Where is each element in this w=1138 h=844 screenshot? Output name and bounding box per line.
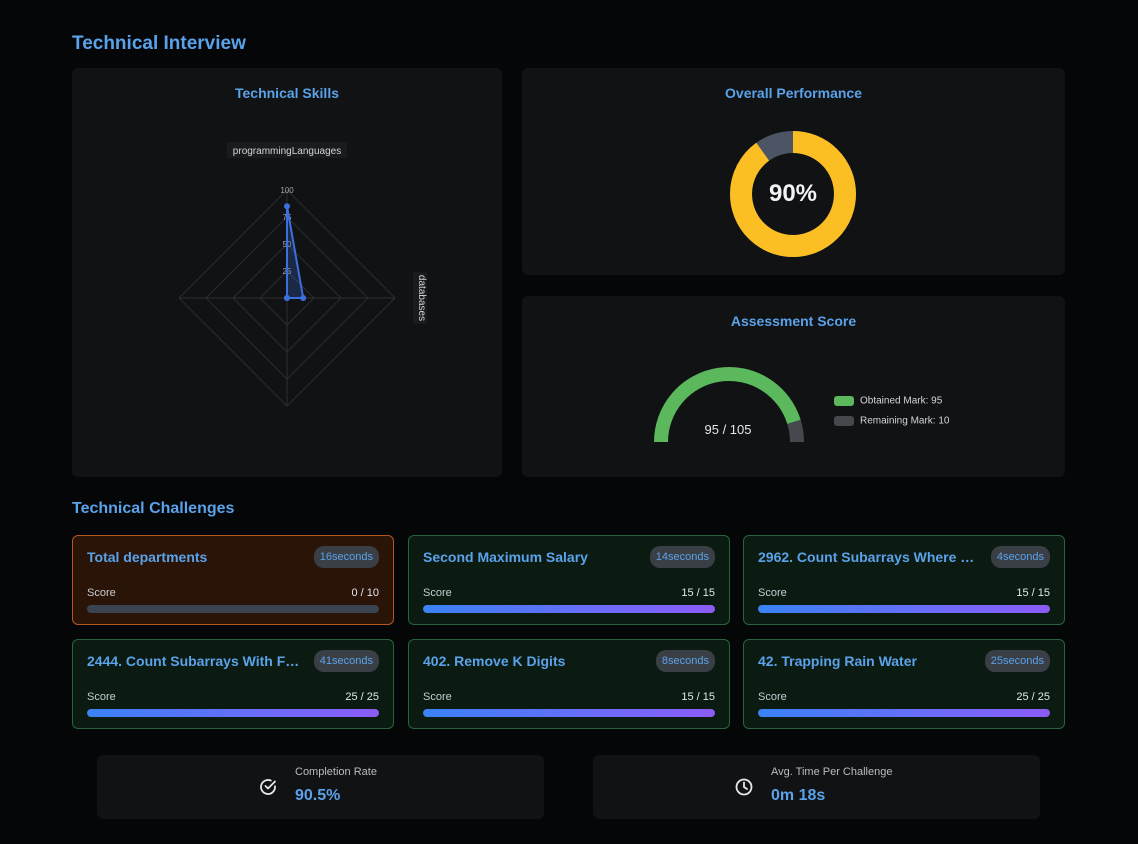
time-badge: 4seconds bbox=[990, 546, 1050, 568]
page-title: Technical Interview bbox=[72, 33, 246, 54]
score-value: 15 / 15 bbox=[681, 691, 715, 703]
challenge-card[interactable]: 2962. Count Subarrays Where … 4seconds S… bbox=[743, 535, 1065, 625]
performance-donut bbox=[730, 131, 856, 257]
legend-obtained-label: Obtained Mark: 95 bbox=[860, 395, 943, 407]
score-bar-fill bbox=[758, 605, 1050, 613]
radar-axis-label: programmingLanguages bbox=[233, 146, 341, 157]
completion-rate-card: Completion Rate 90.5% bbox=[97, 755, 544, 819]
time-badge: 8seconds bbox=[655, 650, 715, 672]
score-label: Score bbox=[758, 691, 787, 703]
score-bar bbox=[758, 605, 1050, 613]
challenge-title: 42. Trapping Rain Water bbox=[758, 653, 917, 669]
score-bar bbox=[87, 605, 379, 613]
score-label: Score bbox=[758, 587, 787, 599]
score-value: 15 / 15 bbox=[1016, 587, 1050, 599]
radar-axis-label: databases bbox=[416, 275, 427, 321]
challenge-title: 2444. Count Subarrays With F… bbox=[87, 653, 300, 669]
radar-series-area bbox=[286, 206, 305, 299]
score-bar bbox=[423, 709, 715, 717]
score-label: Score bbox=[87, 691, 116, 703]
check-circle-icon bbox=[260, 779, 276, 795]
avg-time-label: Avg. Time Per Challenge bbox=[771, 766, 893, 778]
assessment-score-label: 95 / 105 bbox=[704, 422, 752, 437]
completion-rate-value: 90.5% bbox=[295, 787, 341, 804]
time-badge: 16seconds bbox=[313, 546, 379, 568]
assessment-gauge bbox=[654, 367, 804, 443]
performance-percent: 90% bbox=[768, 180, 818, 207]
completion-rate-label: Completion Rate bbox=[295, 766, 377, 778]
technical-skills-panel: Technical Skills 100755025programmingLan… bbox=[72, 68, 502, 477]
avg-time-value: 0m 18s bbox=[771, 787, 826, 804]
overall-performance-panel: Overall Performance 90% bbox=[522, 68, 1065, 275]
challenge-card[interactable]: 42. Trapping Rain Water 25seconds Score … bbox=[743, 639, 1065, 729]
legend-obtained[interactable]: Obtained Mark: 95 bbox=[834, 392, 942, 410]
score-value: 0 / 10 bbox=[351, 587, 379, 599]
avg-time-card: Avg. Time Per Challenge 0m 18s bbox=[593, 755, 1040, 819]
score-bar-fill bbox=[423, 605, 715, 613]
score-value: 15 / 15 bbox=[681, 587, 715, 599]
radar-point[interactable] bbox=[284, 203, 290, 210]
score-bar-fill bbox=[758, 709, 1050, 717]
score-label: Score bbox=[87, 587, 116, 599]
legend-obtained-swatch bbox=[834, 395, 854, 406]
score-bar bbox=[423, 605, 715, 613]
time-badge: 41seconds bbox=[313, 650, 379, 672]
time-badge: 14seconds bbox=[649, 546, 715, 568]
challenge-card[interactable]: 2444. Count Subarrays With F… 41seconds … bbox=[72, 639, 394, 729]
score-value: 25 / 25 bbox=[345, 691, 379, 703]
assessment-score-panel: Assessment Score 95 / 105 Obtained Mark:… bbox=[522, 296, 1065, 477]
legend-remaining-swatch bbox=[834, 415, 854, 426]
radar-point[interactable] bbox=[284, 295, 290, 301]
score-label: Score bbox=[423, 691, 452, 703]
score-bar bbox=[758, 709, 1050, 717]
challenge-title: Second Maximum Salary bbox=[423, 549, 588, 565]
challenge-title: 2962. Count Subarrays Where … bbox=[758, 549, 975, 565]
challenge-card[interactable]: Second Maximum Salary 14seconds Score 15… bbox=[408, 535, 730, 625]
score-value: 25 / 25 bbox=[1016, 691, 1050, 703]
time-badge: 25seconds bbox=[984, 650, 1050, 672]
radar-tick-label: 100 bbox=[280, 186, 294, 195]
challenges-title: Technical Challenges bbox=[72, 500, 235, 517]
score-bar bbox=[87, 709, 379, 717]
score-bar-fill bbox=[87, 709, 379, 717]
challenge-card[interactable]: 402. Remove K Digits 8seconds Score 15 /… bbox=[408, 639, 730, 729]
radar-chart: 100755025programmingLanguagesdatabases bbox=[178, 142, 427, 407]
challenge-card[interactable]: Total departments 16seconds Score 0 / 10 bbox=[72, 535, 394, 625]
gauge-remaining-arc[interactable] bbox=[787, 419, 804, 443]
radar-point[interactable] bbox=[300, 295, 307, 301]
score-bar-fill bbox=[423, 709, 715, 717]
challenge-title: 402. Remove K Digits bbox=[423, 653, 566, 669]
clock-icon bbox=[735, 778, 753, 796]
challenge-title: Total departments bbox=[87, 549, 208, 565]
score-label: Score bbox=[423, 587, 452, 599]
legend-remaining-label: Remaining Mark: 10 bbox=[860, 415, 950, 427]
legend-remaining[interactable]: Remaining Mark: 10 bbox=[834, 412, 949, 430]
